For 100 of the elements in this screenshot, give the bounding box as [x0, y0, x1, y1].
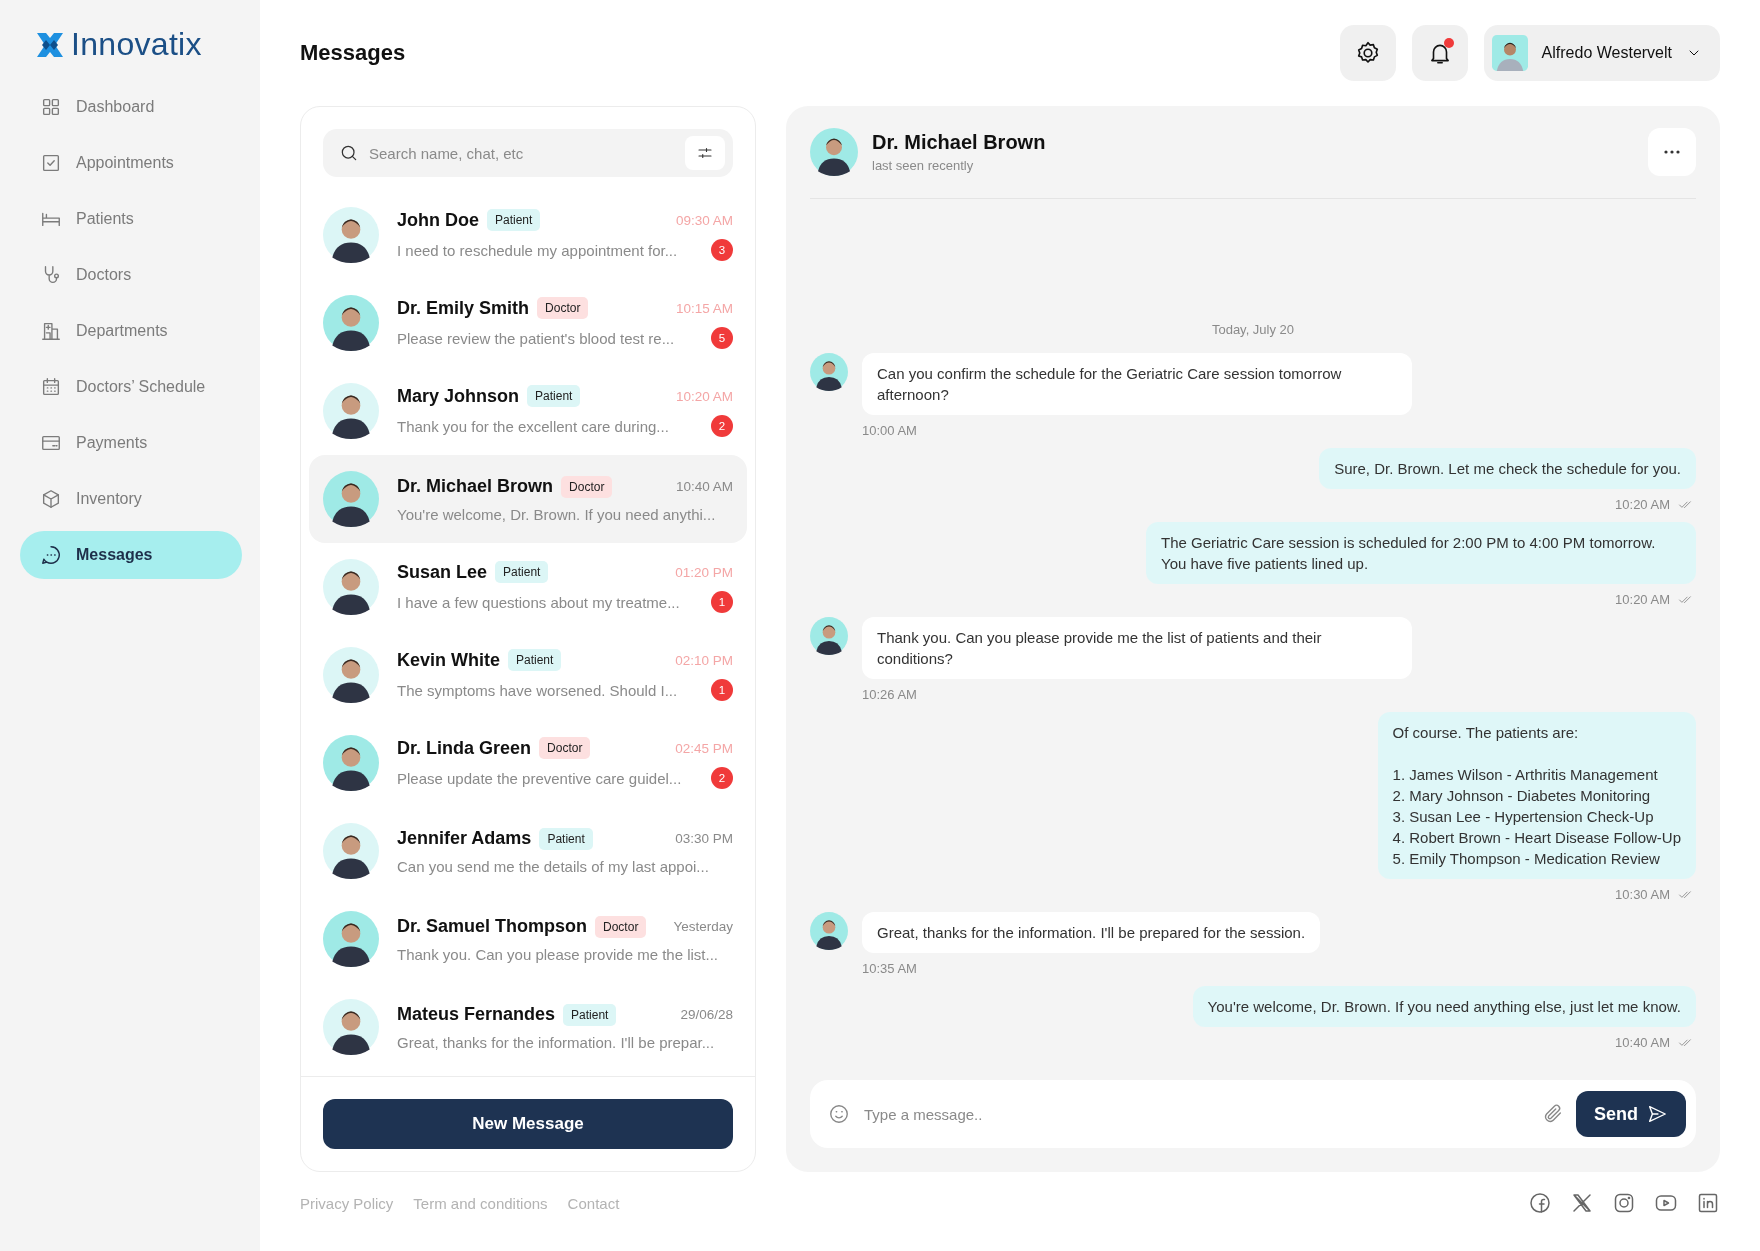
nav-item[interactable]: Dashboard: [20, 83, 242, 131]
contact-status: last seen recently: [872, 158, 975, 173]
message-time: 10:20 AM: [1615, 592, 1670, 607]
conversation-item[interactable]: John Doe Patient 09:30 AM I need to reschedule my appointment for... 3: [309, 191, 747, 279]
unread-count: 2: [711, 767, 733, 789]
message-preview: Thank you for the excellent care during...: [397, 417, 670, 435]
message-bubble: Thank you. Can you please provide me the list of patients and their conditions?: [862, 617, 1412, 679]
message-preview: Please review the patient's blood test re...: [397, 329, 676, 347]
avatar: [323, 911, 379, 967]
conversation-item[interactable]: Susan Lee Patient 01:20 PM I have a few questions about my treatme... 1: [309, 543, 747, 631]
avatar: [323, 735, 379, 791]
contact-name: Susan Lee: [397, 561, 488, 583]
emoji-icon: [828, 1103, 850, 1125]
unread-count: 1: [711, 591, 733, 613]
nav-icon: [40, 488, 62, 510]
logo-text: Innovatix: [71, 26, 202, 63]
linkedin-icon: [1696, 1191, 1720, 1215]
paperclip-icon: [1542, 1103, 1564, 1125]
conversation-item[interactable]: Mary Johnson Patient 10:20 AM Thank you for the excellent care during... 2: [309, 367, 747, 455]
message-preview: Great, thanks for the information. I'll be prepar...: [397, 1033, 716, 1051]
contact-name: Dr. Emily Smith: [397, 297, 530, 319]
message-field[interactable]: Type a message.. Send: [810, 1080, 1696, 1148]
notifications-button[interactable]: [1411, 25, 1468, 81]
avatar: [323, 647, 379, 703]
settings-button[interactable]: [1339, 25, 1396, 81]
conversation-item[interactable]: Dr. Michael Brown Doctor 10:40 AM You're welcome, Dr. Brown. If you need anythi...: [309, 455, 747, 543]
nav-item[interactable]: Patients: [20, 195, 242, 243]
contact-name: John Doe: [397, 209, 479, 231]
message-bubble: The Geriatric Care session is scheduled for 2:00 PM to 4:00 PM tomorrow. You have five patients lined up.: [1146, 522, 1696, 584]
logo-icon: [35, 30, 65, 59]
message-bubble: Sure, Dr. Brown. Let me check the schedule for you.: [1319, 448, 1696, 489]
message-preview: You're welcome, Dr. Brown. If you need anythi...: [397, 505, 717, 523]
page-title: Messages: [300, 40, 407, 66]
role-tag: Patient: [539, 827, 593, 850]
nav-icon: [40, 152, 62, 174]
avatar: [323, 823, 379, 879]
role-tag: Patient: [487, 209, 541, 231]
role-tag: Patient: [527, 385, 581, 407]
message-time: 29/06/28: [680, 1007, 733, 1022]
unread-count: 5: [711, 327, 733, 349]
nav-item[interactable]: Messages: [20, 531, 242, 579]
nav-item[interactable]: Doctors’ Schedule: [20, 363, 242, 411]
unread-count: 1: [711, 679, 733, 701]
message-preview: Please update the preventive care guidel...: [397, 769, 683, 787]
nav-item[interactable]: Payments: [20, 419, 242, 467]
facebook-icon: [1528, 1191, 1552, 1215]
message-bubble: Can you confirm the schedule for the Geriatric Care session tomorrow afternoon?: [862, 353, 1412, 415]
role-tag: Doctor: [537, 297, 589, 319]
avatar: [323, 383, 379, 439]
avatar: [323, 207, 379, 263]
message-preview: Can you send me the details of my last appoi...: [397, 857, 710, 875]
nav-icon: [40, 320, 62, 342]
x-logo-icon: [1570, 1191, 1594, 1215]
conversation-item[interactable]: Kevin White Patient 02:10 PM The symptoms have worsened. Should I... 1: [309, 631, 747, 719]
avatar: [323, 295, 379, 351]
conversation-item[interactable]: Jennifer Adams Patient 03:30 PM Can you send me the details of my last appoi...: [309, 807, 747, 895]
nav-item[interactable]: Departments: [20, 307, 242, 355]
more-icon: [1664, 150, 1680, 154]
avatar: [810, 353, 848, 391]
conversation-item[interactable]: Dr. Linda Green Doctor 02:45 PM Please update the preventive care guidel... 2: [309, 719, 747, 807]
message-time: 10:26 AM: [862, 687, 917, 702]
message-time: 10:00 AM: [862, 423, 917, 438]
send-icon: [1646, 1103, 1668, 1125]
avatar: [323, 559, 379, 615]
unread-count: 2: [711, 415, 733, 437]
filter-button[interactable]: [685, 136, 725, 170]
role-tag: Patient: [563, 1003, 617, 1026]
send-button[interactable]: Send: [1576, 1091, 1686, 1137]
message-time: 03:30 PM: [675, 831, 733, 846]
nav-item[interactable]: Appointments: [20, 139, 242, 187]
search-field[interactable]: Search name, chat, etc: [323, 129, 733, 177]
new-message-button[interactable]: New Message: [323, 1099, 733, 1149]
chat-contact-name: Dr. Michael Brown: [872, 131, 1047, 154]
role-tag: Doctor: [561, 475, 613, 498]
role-tag: Patient: [495, 561, 549, 583]
role-tag: Patient: [508, 649, 562, 671]
instagram-icon: [1612, 1191, 1636, 1215]
contact-name: Mary Johnson: [397, 385, 520, 407]
nav-icon: [40, 544, 62, 566]
avatar: [810, 912, 848, 950]
conversation-item[interactable]: Mateus Fernandes Patient 29/06/28 Great, thanks for the information. I'll be prepar...: [309, 983, 747, 1071]
contact-name: Kevin White: [397, 649, 500, 671]
message-bubble: You're welcome, Dr. Brown. If you need anything else, just let me know.: [1192, 986, 1696, 1027]
avatar: [810, 617, 848, 655]
contact-name: Dr. Linda Green: [397, 737, 532, 759]
role-tag: Doctor: [595, 915, 647, 938]
message-preview: I need to reschedule my appointment for...: [397, 241, 679, 259]
user-menu[interactable]: Alfredo Westervelt: [1483, 25, 1720, 81]
contact-name: Jennifer Adams: [397, 828, 532, 849]
nav-item[interactable]: Doctors: [20, 251, 242, 299]
message-time: 02:10 PM: [675, 652, 733, 668]
contact-name: Mateus Fernandes: [397, 1004, 556, 1025]
conversation-item[interactable]: Dr. Emily Smith Doctor 10:15 AM Please review the patient's blood test re... 5: [309, 279, 747, 367]
message-time: 10:40 AM: [1615, 1035, 1670, 1050]
message-bubble: Of course. The patients are: 1. James Wilson - Arthritis Management 2. Mary Johnson - Diabetes Monitoring 3. Susan Lee - Hypertension Check-Up 4. Robert Brown - Heart Disease Follow-Up 5. Emily Thompson - Medication Review: [1377, 712, 1696, 879]
conversation-item[interactable]: Dr. Samuel Thompson Doctor Yesterday Thank you. Can you please provide me the list...: [309, 895, 747, 983]
contact-name: Dr. Michael Brown: [397, 476, 554, 497]
message-time: 10:20 AM: [675, 388, 733, 404]
nav-item[interactable]: Inventory: [20, 475, 242, 523]
message-time: 10:40 AM: [675, 479, 733, 494]
